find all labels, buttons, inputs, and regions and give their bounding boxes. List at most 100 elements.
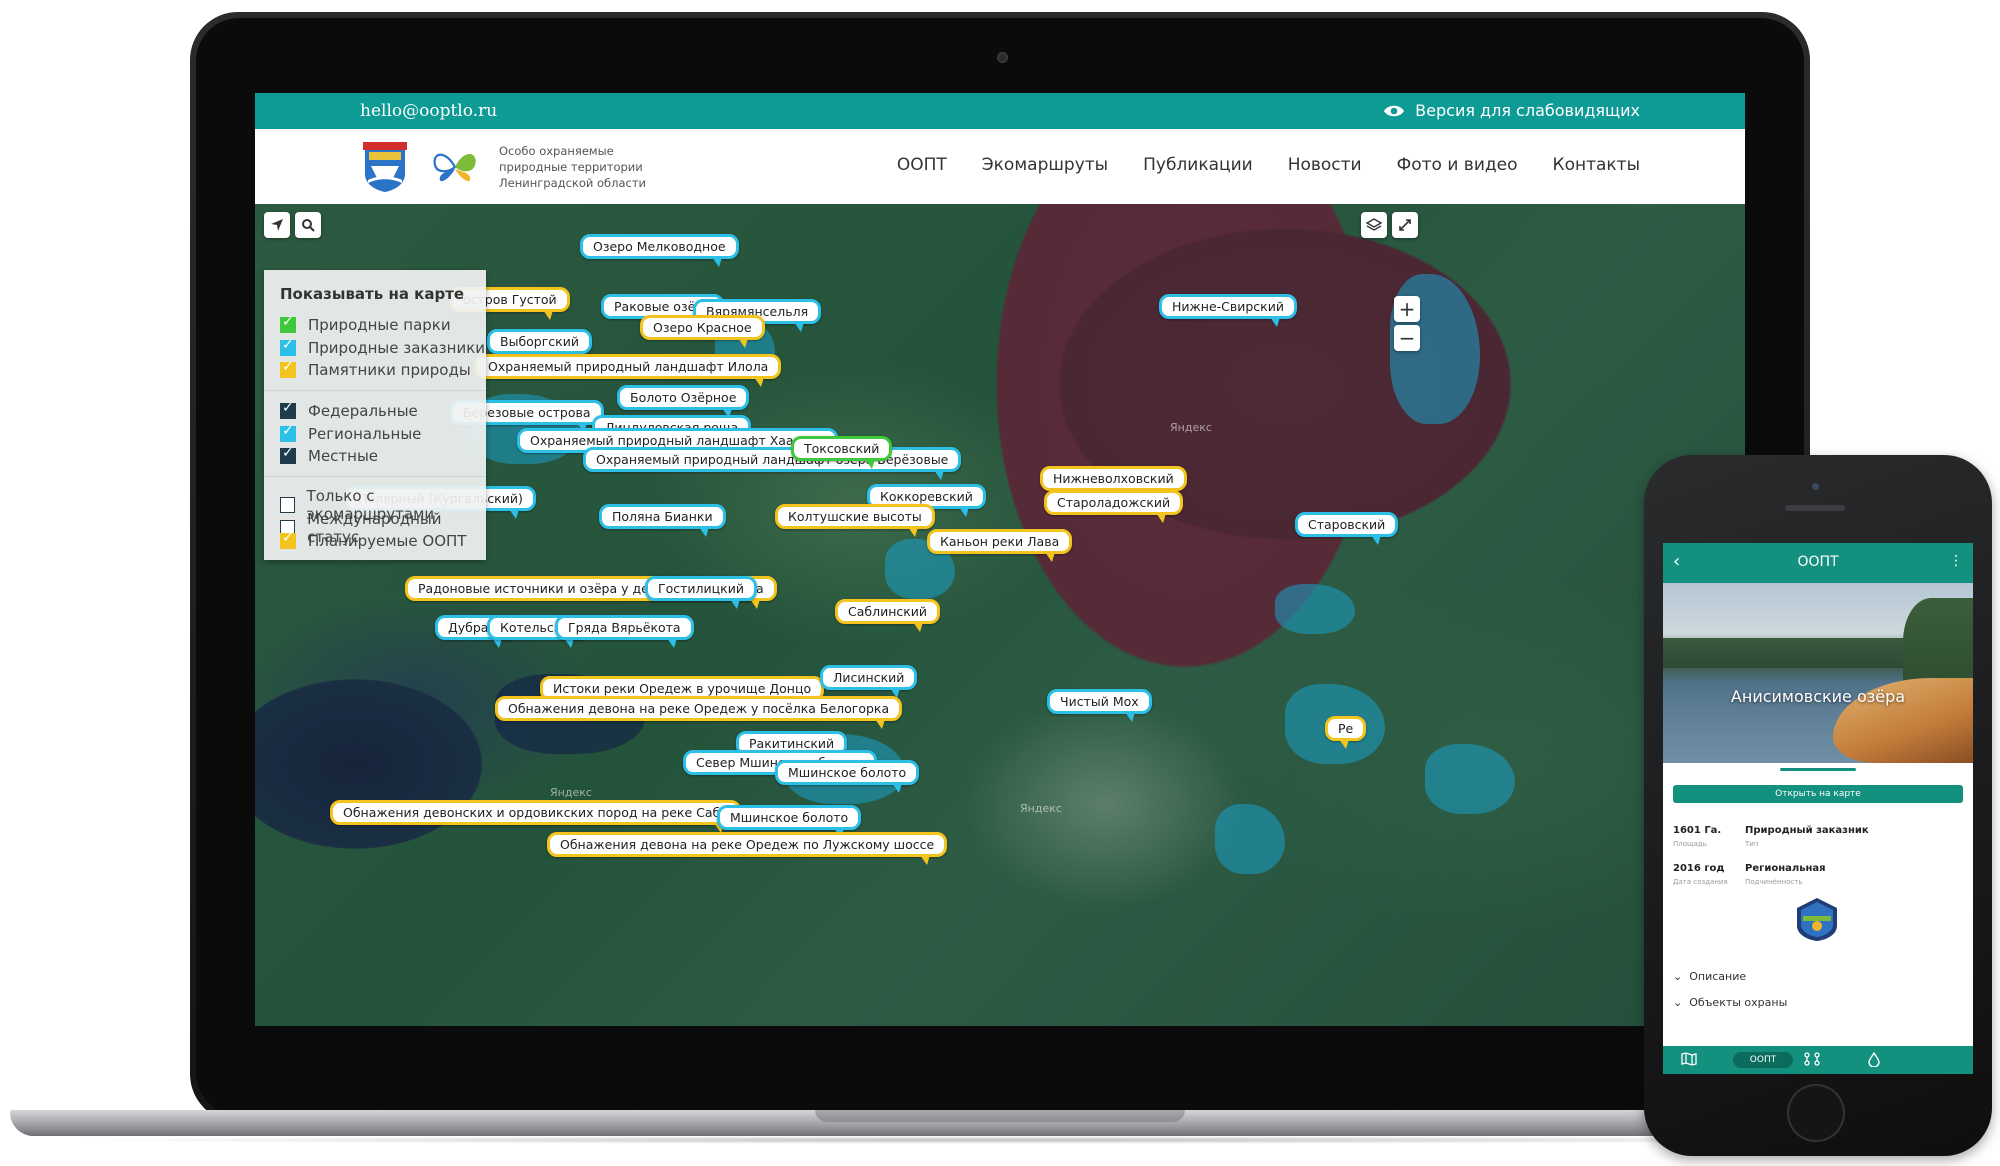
chevron-down-icon: ⌄ [1673,970,1683,983]
protected-area-badge-icon [1797,898,1837,941]
hero-photo: Анисимовские озёра [1663,583,1973,763]
search-icon [302,219,315,232]
nav-item-contacts[interactable]: Контакты [1553,155,1641,175]
filter-option-reserves[interactable]: Природные заказники [280,337,486,357]
open-on-map-button[interactable]: Открыть на карте [1673,785,1963,803]
locate-button[interactable] [264,212,290,238]
map-watermark: Яндекс [1020,802,1062,815]
checkbox[interactable] [280,314,296,333]
map-marker-label[interactable]: Охраняемый природный ландшафт Илола [475,354,782,387]
map-marker-label[interactable]: Лисинский [820,665,918,698]
eye-icon [1384,105,1405,116]
nav-item-news[interactable]: Новости [1288,155,1362,175]
map-marker-label[interactable]: Чистый Мох [1047,689,1152,722]
filter-option-federal[interactable]: Федеральные [280,400,418,420]
filter-option-label: Природные заказники [308,339,486,357]
more-vertical-icon[interactable]: ⋮ [1949,553,1963,569]
nav-item-eco-routes[interactable]: Экомаршруты [982,155,1108,175]
map-marker-label[interactable]: Староладожский [1044,490,1184,523]
fact-label: Подчинённость [1745,878,1803,886]
checkbox[interactable] [280,337,296,356]
map-marker-label[interactable]: Охраняемый природный ландшафт озера Берё… [583,447,962,480]
map-marker-label[interactable]: Токсовский [791,436,893,469]
map-view[interactable]: Яндекс Яндекс Яндекс + − Озеро Мелководн… [255,204,1745,1026]
checkbox[interactable] [280,400,296,419]
map-marker-label[interactable]: Обнажения девона на реке Оредеж у посёлк… [495,696,903,729]
map-marker-label[interactable]: Поляна Бианки [599,504,726,537]
map-marker-label[interactable]: Старовский [1295,512,1399,545]
phone-header: ‹ ООПТ ⋮ [1663,543,1973,583]
layers-button[interactable] [1361,212,1387,238]
map-marker-label[interactable]: Нижне-Свирский [1159,294,1297,327]
checkbox[interactable] [280,423,296,442]
layers-icon [1366,218,1382,231]
phone-home-button[interactable] [1787,1084,1845,1142]
filter-option-regional[interactable]: Региональные [280,423,421,443]
checkbox[interactable] [280,530,296,549]
laptop-camera [997,52,1008,63]
filter-option-local[interactable]: Местные [280,445,379,465]
protected-area-zone [1425,744,1515,814]
top-bar: hello@ooptlo.ru Версия для слабовидящих [255,93,1745,129]
low-vision-link[interactable]: Версия для слабовидящих [1383,101,1640,120]
map-marker-label[interactable]: Озеро Мелководное [580,234,739,267]
map-marker-label[interactable]: Гостилицкий [645,576,757,609]
hero-title: Анисимовские озёра [1730,687,1906,706]
chevron-down-icon: ⌄ [1673,996,1683,1009]
map-marker-label[interactable]: Обнажения девонских и ордовикских пород … [330,800,741,833]
map-marker-label[interactable]: Обнажения девона на реке Оредеж по Лужск… [547,832,948,865]
laptop-screen: hello@ooptlo.ru Версия для слабовидящих … [255,93,1745,1026]
phone-frame: ‹ ООПТ ⋮ Анисимовские озёра Открыть на к… [1644,455,1992,1156]
nav-item-media[interactable]: Фото и видео [1397,155,1518,175]
tab-oopt[interactable]: ООПТ [1733,1052,1793,1068]
accordion-label: Объекты охраны [1689,996,1788,1009]
org-name-line: Ленинградской области [499,176,647,190]
fact-value: Региональная [1745,863,1826,874]
filter-option-label: Местные [308,447,379,465]
fact-value: Природный заказник [1745,825,1869,836]
accordion-description[interactable]: ⌄ Описание [1673,970,1746,983]
search-button[interactable] [295,212,321,238]
phone-header-title: ООПТ [1797,554,1839,570]
drop-icon[interactable] [1868,1051,1880,1071]
phone-speaker [1785,505,1845,511]
laptop-notch [815,1110,1185,1122]
map-marker-label[interactable]: Болото Озёрное [617,385,750,418]
protected-area-zone [1275,584,1355,634]
map-icon[interactable] [1681,1052,1697,1070]
filter-option-label: Природные парки [308,316,451,334]
routes-icon[interactable] [1804,1052,1820,1070]
email-link[interactable]: hello@ooptlo.ru [360,101,497,121]
zoom-in-button[interactable]: + [1394,296,1420,322]
map-marker-label[interactable]: Выборгский [487,329,592,362]
fullscreen-button[interactable] [1392,212,1418,238]
nav-item-publications[interactable]: Публикации [1143,155,1253,175]
map-marker-label[interactable]: Озеро Красное [640,315,765,348]
map-marker-label[interactable]: Гряда Вярьёкота [555,615,694,648]
filter-option-nature-parks[interactable]: Природные парки [280,314,451,334]
checkbox[interactable] [280,445,296,464]
accordion-label: Описание [1689,970,1747,983]
map-watermark: Яндекс [550,786,592,799]
map-marker-label[interactable]: Саблинский [835,599,941,632]
butterfly-logo[interactable] [430,147,480,189]
map-marker-label[interactable]: Мшинское болото [775,760,920,793]
map-marker-label[interactable]: Колтушские высоты [775,504,935,537]
coat-of-arms-logo[interactable] [363,142,407,192]
checkbox[interactable] [280,359,296,378]
map-marker-label[interactable]: Ре [1325,716,1367,749]
phone-screen: ‹ ООПТ ⋮ Анисимовские озёра Открыть на к… [1663,543,1973,1074]
filter-option-planned[interactable]: Планируемые ООПТ [280,530,466,550]
filter-option-label: Федеральные [308,402,418,420]
map-marker-label[interactable]: Каньон реки Лава [927,529,1073,562]
fact-label: Площадь [1673,840,1707,848]
phone-camera [1812,483,1819,490]
map-filter-panel: Показывать на карте Природные парки Прир… [264,270,486,560]
nav-item-oopt[interactable]: ООПТ [897,155,947,175]
map-marker-label[interactable]: Нижневолховский [1040,466,1187,499]
filter-option-monuments[interactable]: Памятники природы [280,359,471,379]
accordion-objects[interactable]: ⌄ Объекты охраны [1673,996,1787,1009]
map-marker-label[interactable]: Мшинское болото [717,805,862,838]
zoom-out-button[interactable]: − [1394,325,1420,351]
org-name-line: Особо охраняемые [499,144,614,158]
